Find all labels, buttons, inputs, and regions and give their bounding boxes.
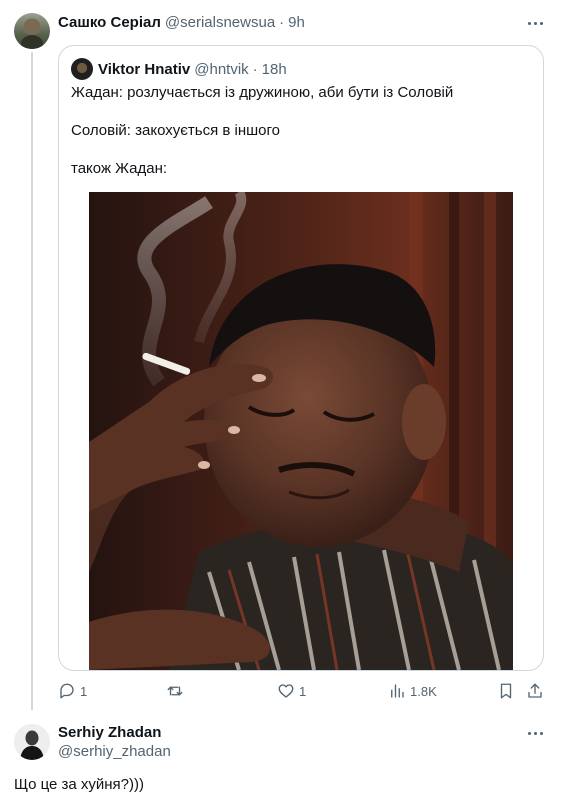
separator: ·	[279, 13, 285, 31]
quoted-text-line: Соловій: закохується в іншого	[71, 122, 280, 139]
bookmark-icon	[500, 683, 512, 699]
thread-connector-line	[31, 52, 33, 710]
reply-count: 1	[80, 683, 88, 699]
author-handle[interactable]: @serialsnewsua	[165, 14, 275, 31]
quoted-author-handle[interactable]: @hntvik	[194, 61, 248, 78]
reply-avatar[interactable]	[14, 724, 50, 760]
views-button[interactable]: 1.8K	[388, 680, 437, 702]
retweet-button[interactable]	[166, 680, 188, 702]
quoted-text-line: Жадан: розлучається із дружиною, аби бут…	[71, 84, 454, 101]
retweet-icon	[167, 686, 183, 696]
reply-button[interactable]: 1	[58, 680, 87, 702]
avatar[interactable]	[14, 13, 50, 49]
like-icon	[278, 684, 294, 698]
share-button[interactable]	[526, 680, 544, 702]
more-icon[interactable]	[524, 12, 546, 34]
quoted-timestamp[interactable]: 18h	[262, 61, 287, 78]
quoted-header: Viktor Hnativ @hntvik · 18h	[98, 59, 287, 79]
quoted-author-name[interactable]: Viktor Hnativ	[98, 61, 190, 78]
reply-author-handle[interactable]: @serhiy_zhadan	[58, 743, 171, 760]
quoted-text-line: також Жадан:	[71, 160, 168, 177]
views-icon	[391, 684, 404, 698]
meme-photo[interactable]	[89, 192, 513, 670]
meme-photo-illustration	[89, 192, 513, 670]
like-count: 1	[299, 683, 307, 699]
timestamp[interactable]: 9h	[288, 14, 305, 31]
separator: ·	[252, 60, 258, 78]
like-button[interactable]: 1	[277, 680, 306, 702]
action-bar: 1 1 1.8K	[58, 680, 546, 702]
reply-avatar-image	[14, 724, 50, 760]
author-name[interactable]: Сашко Серіал	[58, 14, 161, 31]
reply-text: Що це за хуйня?)))	[14, 776, 145, 793]
share-icon	[528, 683, 542, 698]
views-count: 1.8K	[410, 683, 437, 699]
reply-icon	[60, 683, 74, 699]
bookmark-button[interactable]	[497, 680, 515, 702]
tweet-header: Сашко Серіал @serialsnewsua · 9h	[58, 13, 305, 31]
quoted-tweet[interactable]: Viktor Hnativ @hntvik · 18h Жадан: розлу…	[58, 45, 544, 671]
quoted-avatar[interactable]	[71, 58, 93, 80]
reply-author-name[interactable]: Serhiy Zhadan	[58, 724, 161, 741]
more-icon[interactable]	[524, 722, 546, 744]
